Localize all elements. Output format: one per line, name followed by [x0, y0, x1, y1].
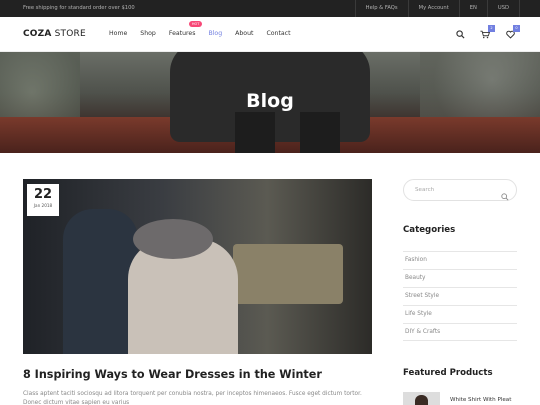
my-account-link[interactable]: My Account [407, 0, 459, 17]
language-link[interactable]: EN [458, 0, 487, 17]
hot-badge: HOT [188, 21, 203, 27]
post-image-man [63, 209, 138, 354]
sidebar-search-icon[interactable] [501, 186, 509, 205]
category-beauty[interactable]: Beauty [403, 269, 517, 287]
featured-products-heading: Featured Products [403, 368, 493, 378]
post-title[interactable]: 8 Inspiring Ways to Wear Dresses in the … [23, 368, 322, 381]
category-list: Fashion Beauty Street Style Life Style D… [403, 251, 517, 341]
category-diy-crafts[interactable]: DIY & Crafts [403, 323, 517, 341]
page-title: Blog [246, 90, 294, 112]
banner-bg-leg-left [235, 112, 275, 153]
search-input[interactable]: Search [415, 187, 434, 193]
logo-light: STORE [51, 29, 86, 39]
categories-heading: Categories [403, 225, 456, 235]
help-faqs-link[interactable]: Help & FAQs [354, 0, 408, 17]
search-icon[interactable] [452, 26, 468, 42]
post-image-sign [233, 244, 343, 304]
nav-features-label: Features [168, 30, 196, 37]
post-date-badge: 22 Jan 2018 [27, 184, 59, 216]
category-fashion[interactable]: Fashion [403, 251, 517, 269]
post-excerpt: Class aptent taciti sociosqu ad litora t… [23, 391, 362, 405]
featured-product-name[interactable]: White Shirt With Pleat [450, 397, 511, 403]
featured-product-thumb[interactable] [403, 392, 440, 405]
nav-features[interactable]: Features HOT [168, 21, 203, 37]
category-street-style[interactable]: Street Style [403, 287, 517, 305]
nav-contact[interactable]: Contact [266, 30, 290, 37]
logo[interactable]: COZA STORE [23, 29, 86, 39]
page-banner: Blog [0, 52, 540, 153]
search-box[interactable]: Search [403, 179, 517, 201]
post-day: 22 [33, 187, 53, 202]
currency-link[interactable]: USD [486, 0, 520, 17]
post-month-year: Jan 2018 [33, 203, 53, 208]
cart-icon[interactable]: 2 [477, 25, 495, 42]
main-header: COZA STORE Home Shop Features HOT Blog Ab… [0, 17, 540, 52]
post-image[interactable]: 22 Jan 2018 [23, 179, 372, 354]
shipping-promo: Free shipping for standard order over $1… [23, 5, 135, 11]
nav-blog[interactable]: Blog [208, 30, 222, 37]
nav-home[interactable]: Home [109, 30, 127, 37]
main-nav: Home Shop Features HOT Blog About Contact [109, 21, 304, 37]
banner-bg-leg-right [300, 112, 340, 153]
featured-product-item[interactable]: White Shirt With Pleat [403, 392, 517, 405]
cart-count-badge: 2 [488, 25, 495, 32]
header-icons: 2 0 [443, 25, 520, 42]
nav-about[interactable]: About [235, 30, 253, 37]
category-life-style[interactable]: Life Style [403, 305, 517, 323]
top-bar: Free shipping for standard order over $1… [0, 0, 540, 17]
nav-shop[interactable]: Shop [140, 30, 156, 37]
top-links: Help & FAQs My Account EN USD [354, 0, 520, 17]
heart-icon[interactable]: 0 [502, 25, 520, 42]
post-image-hat [133, 219, 213, 259]
logo-bold: COZA [23, 29, 52, 39]
wishlist-count-badge: 0 [513, 25, 520, 32]
